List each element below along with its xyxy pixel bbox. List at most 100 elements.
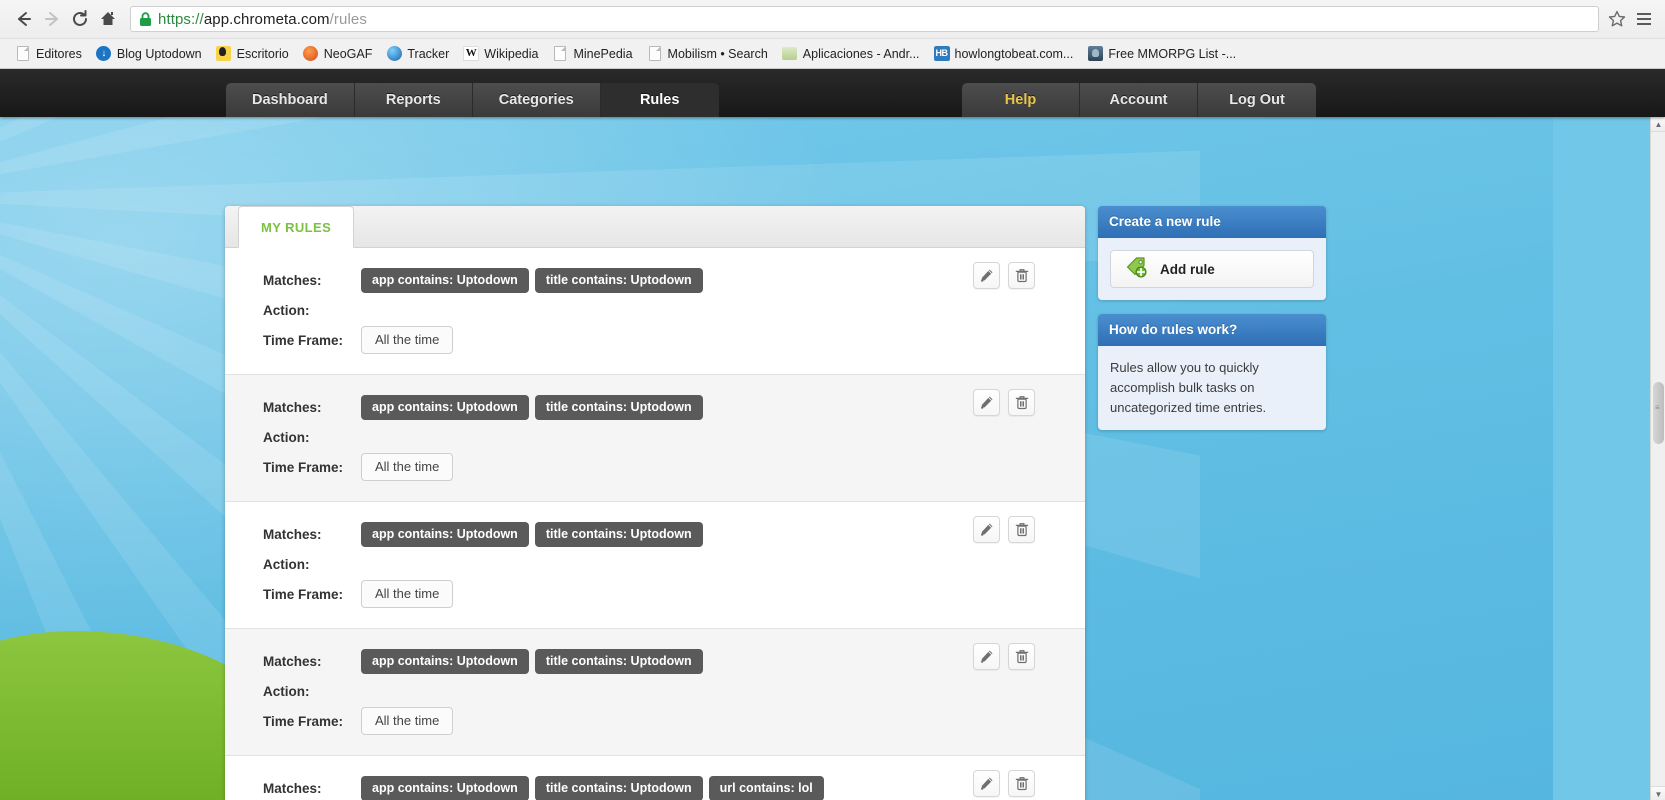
timeframe-line: Time Frame: All the time	[263, 580, 1085, 608]
rule-row-actions	[973, 262, 1035, 289]
hb-icon: HB	[933, 46, 950, 62]
trash-delete-icon	[1015, 522, 1029, 537]
bookmark-label: howlongtobeat.com...	[954, 46, 1074, 61]
rule-row-actions	[973, 389, 1035, 416]
doc-icon	[552, 46, 568, 62]
bookmark-item[interactable]: HB howlongtobeat.com...	[927, 43, 1081, 65]
edit-rule-button[interactable]	[973, 516, 1000, 543]
bookmark-item[interactable]: Free MMORPG List -...	[1080, 43, 1243, 65]
timeframe-value[interactable]: All the time	[361, 326, 454, 354]
edit-rule-button[interactable]	[973, 389, 1000, 416]
nav-item-rules[interactable]: Rules	[600, 83, 719, 117]
apps-icon	[782, 46, 798, 62]
pencil-edit-icon	[979, 268, 994, 283]
bookmark-label: Escritorio	[236, 46, 289, 61]
page-scrollbar[interactable]: ▲ ≡ ▼	[1650, 117, 1665, 800]
bookmark-item[interactable]: ↓ Blog Uptodown	[89, 43, 209, 65]
circle-blue-icon: ↓	[96, 46, 112, 62]
bookmark-label: Aplicaciones - Andr...	[802, 46, 920, 61]
match-tag-list: app contains: Uptodown title contains: Up…	[361, 394, 703, 420]
rule-row-actions	[973, 643, 1035, 670]
sidebar: Create a new rule Add rule How do rules …	[1098, 206, 1326, 444]
pencil-edit-icon	[979, 522, 994, 537]
timeframe-value[interactable]: All the time	[361, 707, 454, 735]
home-icon[interactable]	[94, 5, 122, 33]
url-protocol: https://	[158, 10, 204, 28]
back-arrow-icon[interactable]	[10, 5, 38, 33]
matches-line: Matches: app contains: Uptodown title cont…	[263, 520, 1085, 548]
action-line: Action:	[263, 296, 1085, 324]
reload-icon[interactable]	[66, 5, 94, 33]
action-line: Action:	[263, 423, 1085, 451]
delete-rule-button[interactable]	[1008, 770, 1035, 797]
bookmark-item[interactable]: Aplicaciones - Andr...	[775, 43, 927, 65]
edit-rule-button[interactable]	[973, 770, 1000, 797]
bookmark-item[interactable]: Tracker	[379, 43, 456, 65]
pencil-edit-icon	[979, 649, 994, 664]
hamburger-menu-icon[interactable]	[1635, 10, 1653, 28]
bookmark-item[interactable]: MinePedia	[545, 43, 639, 65]
rule-row: Matches: app contains: Uptodown title cont…	[225, 502, 1085, 629]
nav-item-log-out[interactable]: Log Out	[1198, 83, 1316, 117]
scroll-up-arrow-icon[interactable]: ▲	[1651, 117, 1665, 132]
bookmark-item[interactable]: Escritorio	[209, 43, 296, 65]
bookmark-label: Editores	[36, 46, 82, 61]
scroll-down-arrow-icon[interactable]: ▼	[1651, 786, 1665, 800]
delete-rule-button[interactable]	[1008, 643, 1035, 670]
add-rule-button[interactable]: Add rule	[1110, 250, 1314, 288]
match-tag: app contains: Uptodown	[361, 267, 529, 293]
matches-line: Matches: app contains: Uptodown title cont…	[263, 774, 1085, 800]
lock-icon	[139, 11, 152, 27]
nav-item-account[interactable]: Account	[1080, 83, 1198, 117]
timeframe-value[interactable]: All the time	[361, 453, 454, 481]
tab-my-rules[interactable]: MY RULES	[238, 206, 355, 248]
star-icon[interactable]	[1607, 9, 1627, 29]
matches-label: Matches:	[263, 399, 322, 415]
rule-row: Matches: app contains: Uptodown title cont…	[225, 629, 1085, 756]
help-panel-title: How do rules work?	[1098, 314, 1326, 346]
rule-row: Matches: app contains: Uptodown title cont…	[225, 756, 1085, 800]
match-tag-list: app contains: Uptodown title contains: Up…	[361, 521, 703, 547]
create-rule-panel-body: Add rule	[1098, 238, 1326, 300]
delete-rule-button[interactable]	[1008, 262, 1035, 289]
rule-fields: Matches: app contains: Uptodown title cont…	[225, 774, 1085, 800]
page-content: MY RULES Matches: app contains: Uptodown t…	[0, 117, 1553, 800]
match-tag-list: app contains: Uptodown title contains: Up…	[361, 267, 703, 293]
doc-icon	[15, 46, 31, 62]
primary-nav: Dashboard Reports Categories Rules	[226, 83, 719, 117]
edit-rule-button[interactable]	[973, 262, 1000, 289]
bookmarks-bar: Editores ↓ Blog Uptodown Escritorio NeoGAF Tr…	[0, 38, 1665, 68]
nav-item-reports[interactable]: Reports	[354, 83, 473, 117]
edit-rule-button[interactable]	[973, 643, 1000, 670]
match-tag-list: app contains: Uptodown title contains: Up…	[361, 648, 703, 674]
delete-rule-button[interactable]	[1008, 516, 1035, 543]
nav-item-help[interactable]: Help	[962, 83, 1080, 117]
match-tag-list: app contains: Uptodown title contains: Up…	[361, 775, 824, 800]
bookmark-item[interactable]: Editores	[8, 43, 89, 65]
nav-item-categories[interactable]: Categories	[472, 83, 601, 117]
pencil-edit-icon	[979, 395, 994, 410]
escritorio-icon	[216, 46, 232, 62]
matches-line: Matches: app contains: Uptodown title cont…	[263, 266, 1085, 294]
bookmark-item[interactable]: W Wikipedia	[456, 43, 545, 65]
bookmark-label: Mobilism • Search	[667, 46, 768, 61]
page-viewport: Dashboard Reports Categories Rules Help Acco…	[0, 69, 1665, 800]
trash-delete-icon	[1015, 776, 1029, 791]
timeframe-value[interactable]: All the time	[361, 580, 454, 608]
bookmark-item[interactable]: Mobilism • Search	[640, 43, 775, 65]
rule-fields: Matches: app contains: Uptodown title cont…	[225, 647, 1085, 737]
bookmark-item[interactable]: NeoGAF	[296, 43, 380, 65]
delete-rule-button[interactable]	[1008, 389, 1035, 416]
bookmark-label: Tracker	[407, 46, 450, 61]
match-tag: title contains: Uptodown	[534, 267, 703, 293]
card-tabstrip: MY RULES	[225, 206, 1085, 248]
match-tag: title contains: Uptodown	[534, 775, 703, 800]
bookmark-label: NeoGAF	[323, 46, 373, 61]
doc-icon	[647, 46, 663, 62]
tag-plus-icon	[1125, 256, 1147, 283]
match-tag: title contains: Uptodown	[534, 394, 703, 420]
nav-item-dashboard[interactable]: Dashboard	[226, 83, 355, 117]
trash-delete-icon	[1015, 395, 1029, 410]
wiki-icon: W	[463, 46, 480, 62]
address-bar[interactable]: https://app.chrometa.com/rules	[130, 6, 1599, 32]
